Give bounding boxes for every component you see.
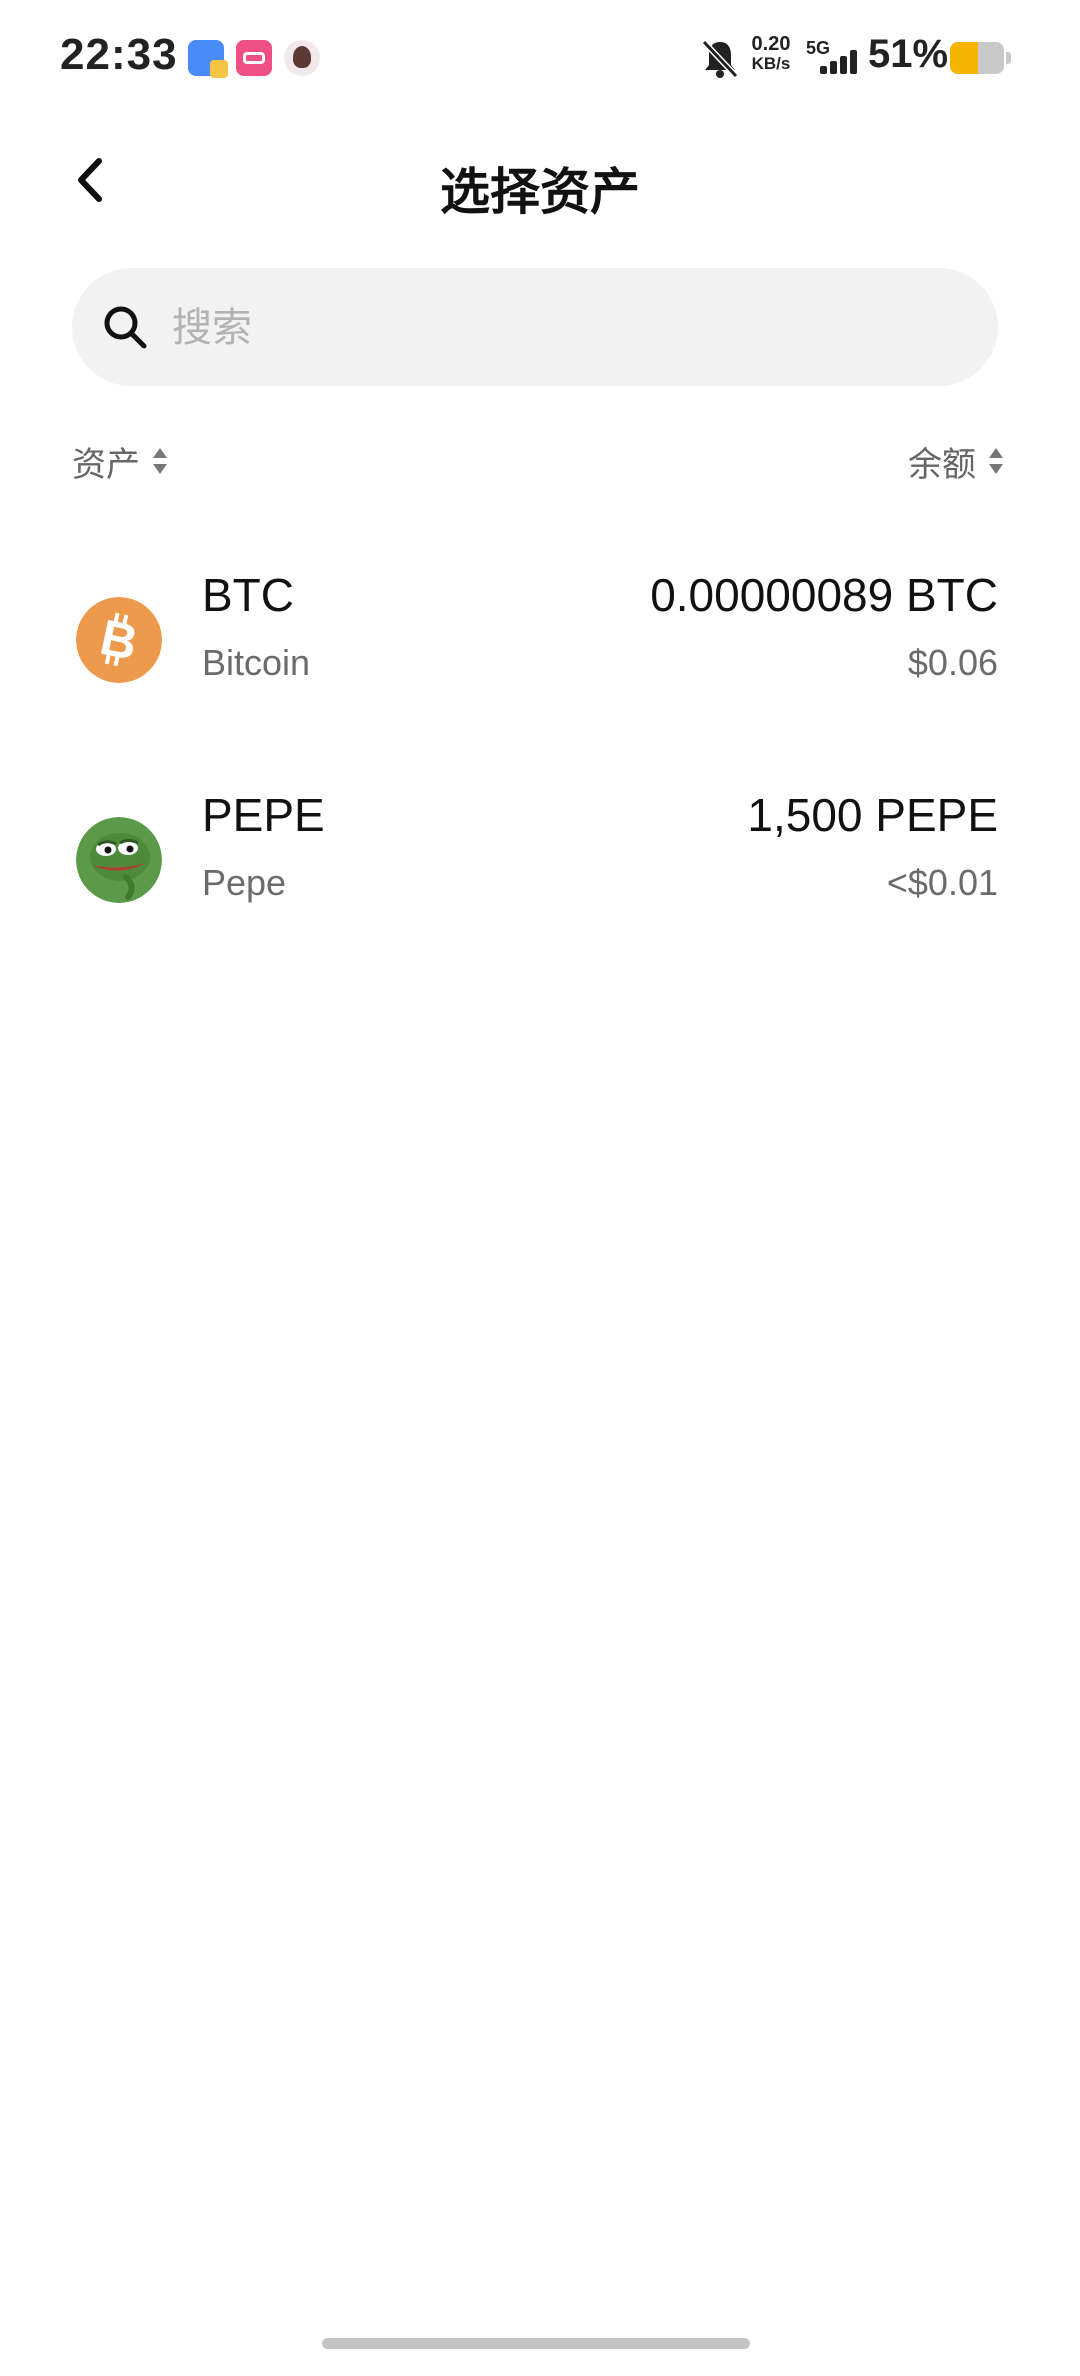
header: 选择资产 [0,130,1080,230]
notification-app-icon [188,40,228,78]
pepe-icon [76,817,162,903]
status-time: 22:33 [60,30,178,79]
balance-column-label: 余额 [908,445,976,484]
sort-by-balance[interactable]: 余额 [908,436,1004,486]
asset-fiat-value: <$0.01 [886,862,998,903]
signal-bar [850,50,857,74]
asset-symbol: PEPE [202,789,325,841]
asset-symbol: BTC [202,569,294,621]
bell-muted-icon [701,39,739,79]
home-indicator[interactable] [322,2338,750,2349]
sort-by-asset[interactable]: 资产 [72,436,168,486]
asset-balance: 0.00000089 BTC [650,569,998,621]
notification-app-icon [236,40,272,76]
signal-icon: 5G [806,38,866,80]
network-speed-unit: KB/s [751,54,791,73]
sort-icon [989,448,1003,474]
asset-name: Bitcoin [202,642,311,683]
sort-icon [153,448,167,474]
search-bar[interactable] [72,268,998,388]
asset-row-pepe[interactable]: PEPE Pepe 1,500 PEPE <$0.01 [0,780,1080,940]
search-icon [104,306,147,349]
signal-bar [830,61,837,74]
bitcoin-icon: B [76,597,162,683]
network-type: 5G [806,38,831,58]
page-title: 选择资产 [440,164,640,220]
asset-row-btc[interactable]: B BTC Bitcoin 0.00000089 BTC $0.06 [0,560,1080,720]
asset-fiat-value: $0.06 [907,642,998,683]
notification-avatar-icon [284,40,320,76]
search-input[interactable] [170,268,954,388]
network-speed-value: 0.20 [751,33,791,55]
asset-column-label: 资产 [72,445,140,484]
battery-percent: 51% [868,32,949,76]
signal-bar [820,66,827,74]
signal-bar [840,56,847,74]
battery-icon [950,42,1004,74]
asset-name: Pepe [202,862,287,903]
asset-balance: 1,500 PEPE [747,789,998,841]
status-bar: 22:33 0.20 KB/s 5G 51% [0,0,1080,120]
battery-level [950,42,978,74]
battery-tip [1006,52,1011,64]
network-speed: 0.20 KB/s [746,34,796,74]
